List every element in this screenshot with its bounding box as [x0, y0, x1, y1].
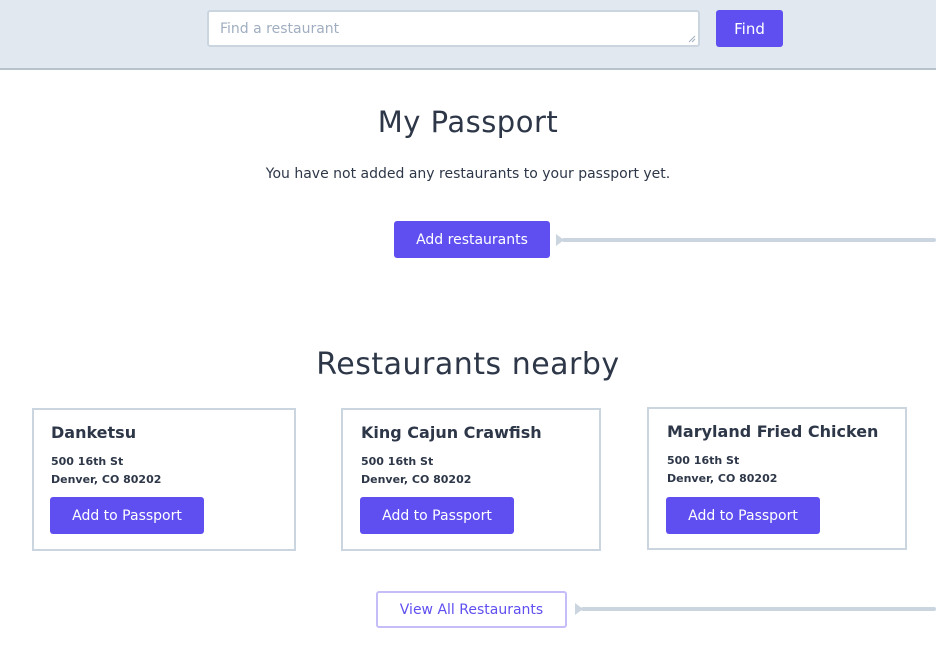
restaurant-address-line2: Denver, CO 80202	[51, 473, 162, 486]
add-to-passport-button[interactable]: Add to Passport	[50, 497, 204, 534]
restaurant-address-line1: 500 16th St	[667, 454, 740, 467]
search-placeholder: Find a restaurant	[220, 20, 340, 37]
restaurant-address-line1: 500 16th St	[361, 455, 434, 468]
passport-empty-message: You have not added any restaurants to yo…	[265, 166, 671, 182]
restaurant-address-line2: Denver, CO 80202	[361, 473, 472, 486]
connector-line	[581, 607, 936, 611]
passport-title: My Passport	[377, 105, 559, 139]
view-all-restaurants-button[interactable]: View All Restaurants	[376, 591, 567, 628]
resize-grip-icon	[688, 35, 696, 43]
restaurant-address-line2: Denver, CO 80202	[667, 472, 778, 485]
add-restaurants-button[interactable]: Add restaurants	[394, 221, 550, 258]
restaurant-card-danketsu: Danketsu 500 16th St Denver, CO 80202 Ad…	[32, 408, 296, 551]
restaurant-card-maryland-fried-chicken: Maryland Fried Chicken 500 16th St Denve…	[647, 407, 907, 550]
restaurant-name: Maryland Fried Chicken	[667, 422, 879, 441]
restaurant-card-king-cajun-crawfish: King Cajun Crawfish 500 16th St Denver, …	[341, 408, 601, 551]
connector-line	[562, 238, 936, 242]
search-bar: Find a restaurant Find	[0, 0, 936, 70]
restaurant-address-line1: 500 16th St	[51, 455, 124, 468]
add-to-passport-button[interactable]: Add to Passport	[666, 497, 820, 534]
add-to-passport-button[interactable]: Add to Passport	[360, 497, 514, 534]
nearby-title: Restaurants nearby	[316, 347, 620, 382]
find-button[interactable]: Find	[716, 10, 783, 47]
restaurant-name: Danketsu	[51, 423, 137, 442]
restaurant-name: King Cajun Crawfish	[361, 423, 542, 442]
search-input[interactable]: Find a restaurant	[207, 10, 700, 47]
